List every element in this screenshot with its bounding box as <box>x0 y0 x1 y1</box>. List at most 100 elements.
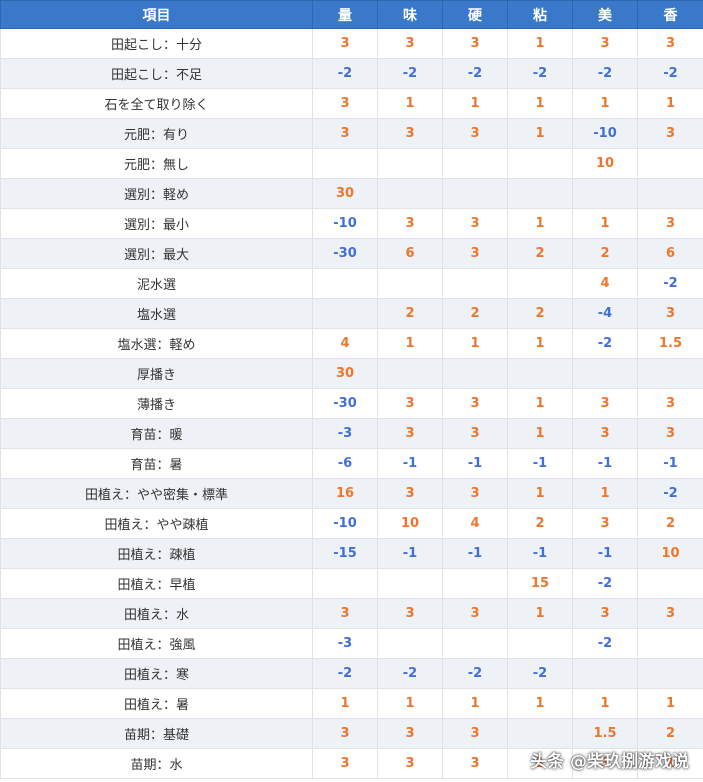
value-cell: -2 <box>637 268 703 299</box>
value-cell <box>507 268 573 299</box>
value-cell <box>572 358 638 389</box>
value-cell: -10 <box>572 118 638 149</box>
value-cell: 2 <box>507 508 573 539</box>
value-cell: -10 <box>312 508 378 539</box>
value-cell: 3 <box>312 718 378 749</box>
value-cell: -1 <box>442 448 508 479</box>
value-cell <box>637 568 703 599</box>
table-row: 選別：最小 -10 3 3 1 1 3 <box>0 208 703 239</box>
table-row: 塩水選：軽め 4 1 1 1 -2 1.5 <box>0 328 703 359</box>
value-cell: 1 <box>507 328 573 359</box>
value-cell: 2 <box>442 298 508 329</box>
table-header-row: 項目 量 味 硬 粘 美 香 <box>0 0 703 29</box>
row-label: 田起こし：不足 <box>0 58 313 89</box>
table-row: 苗期：基礎 3 3 3 1.5 2 <box>0 718 703 749</box>
value-cell <box>507 148 573 179</box>
value-cell <box>377 148 443 179</box>
watermark: 头条 @柴玖捌游戏说 <box>530 752 689 772</box>
row-label: 田植え：やや密集・標準 <box>0 478 313 509</box>
table-row: 厚播き 30 <box>0 358 703 389</box>
value-cell: 1.5 <box>572 718 638 749</box>
value-cell: -2 <box>572 328 638 359</box>
value-cell: 4 <box>312 328 378 359</box>
value-cell: -1 <box>442 538 508 569</box>
value-cell: 1 <box>377 328 443 359</box>
value-cell: 30 <box>312 178 378 209</box>
value-cell: 1 <box>442 88 508 119</box>
row-label: 厚播き <box>0 358 313 389</box>
value-cell <box>442 178 508 209</box>
value-cell: -1 <box>572 538 638 569</box>
value-cell: -10 <box>312 208 378 239</box>
value-cell <box>312 148 378 179</box>
row-label: 苗期：基礎 <box>0 718 313 749</box>
row-label: 塩水選：軽め <box>0 328 313 359</box>
header-aroma: 香 <box>637 0 703 29</box>
row-label: 元肥：無し <box>0 148 313 179</box>
value-cell: -2 <box>442 58 508 89</box>
value-cell: 3 <box>442 748 508 779</box>
value-cell <box>637 178 703 209</box>
value-cell: 3 <box>637 388 703 419</box>
value-cell: 3 <box>312 598 378 629</box>
value-cell: 3 <box>637 298 703 329</box>
value-cell: 3 <box>377 478 443 509</box>
row-label: 育苗：暖 <box>0 418 313 449</box>
value-cell: 3 <box>637 28 703 59</box>
value-cell: 3 <box>637 598 703 629</box>
value-cell: 10 <box>637 538 703 569</box>
value-cell: 3 <box>377 418 443 449</box>
value-cell: 1 <box>377 688 443 719</box>
value-cell: -2 <box>507 658 573 689</box>
table-row: 薄播き -30 3 3 1 3 3 <box>0 388 703 419</box>
value-cell <box>572 658 638 689</box>
value-cell: 1 <box>442 328 508 359</box>
table-row: 田植え：早植 15 -2 <box>0 568 703 599</box>
value-cell: -3 <box>312 418 378 449</box>
value-cell: -1 <box>507 538 573 569</box>
row-label: 選別：最大 <box>0 238 313 269</box>
table-row: 元肥：有り 3 3 3 1 -10 3 <box>0 118 703 149</box>
value-cell: 3 <box>442 238 508 269</box>
value-cell: -2 <box>312 58 378 89</box>
value-cell: -2 <box>637 58 703 89</box>
value-cell <box>637 358 703 389</box>
value-cell: 3 <box>377 118 443 149</box>
value-cell: -2 <box>312 658 378 689</box>
table-row: 田植え：寒 -2 -2 -2 -2 <box>0 658 703 689</box>
value-cell: -1 <box>572 448 638 479</box>
value-cell: 1 <box>312 688 378 719</box>
value-cell: 2 <box>572 238 638 269</box>
value-cell: -1 <box>507 448 573 479</box>
value-cell: -30 <box>312 388 378 419</box>
value-cell: -15 <box>312 538 378 569</box>
value-cell: 2 <box>377 298 443 329</box>
value-cell: 30 <box>312 358 378 389</box>
value-cell <box>637 658 703 689</box>
value-cell <box>377 358 443 389</box>
value-cell: 3 <box>572 388 638 419</box>
row-label: 田植え：寒 <box>0 658 313 689</box>
value-cell: 3 <box>377 748 443 779</box>
value-cell: 1 <box>377 88 443 119</box>
value-cell <box>377 268 443 299</box>
table-row: 元肥：無し 10 <box>0 148 703 179</box>
value-cell: 4 <box>442 508 508 539</box>
table-row: 育苗：暑 -6 -1 -1 -1 -1 -1 <box>0 448 703 479</box>
value-cell: 1 <box>442 688 508 719</box>
value-cell: -2 <box>572 58 638 89</box>
header-taste: 味 <box>377 0 443 29</box>
value-cell: 1 <box>572 478 638 509</box>
header-beauty: 美 <box>572 0 638 29</box>
value-cell: 3 <box>442 28 508 59</box>
value-cell <box>377 568 443 599</box>
value-cell: -2 <box>442 658 508 689</box>
value-cell <box>507 718 573 749</box>
row-label: 田植え：やや疎植 <box>0 508 313 539</box>
value-cell: 3 <box>377 598 443 629</box>
value-cell: -2 <box>572 628 638 659</box>
value-cell: 3 <box>572 28 638 59</box>
value-cell <box>377 178 443 209</box>
table-row: 田植え：やや密集・標準 16 3 3 1 1 -2 <box>0 478 703 509</box>
table-row: 田起こし：不足 -2 -2 -2 -2 -2 -2 <box>0 58 703 89</box>
